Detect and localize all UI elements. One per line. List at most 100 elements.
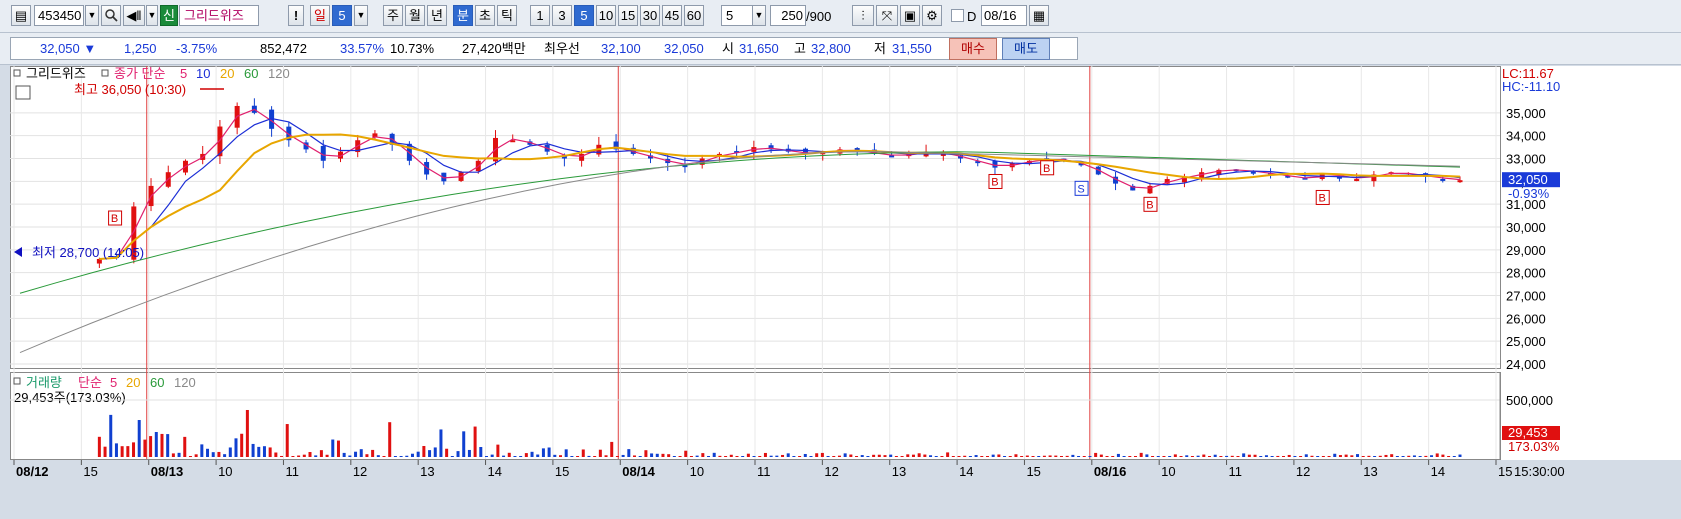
search-icon[interactable] — [101, 5, 121, 26]
best-ask: 32,100 — [601, 41, 641, 56]
volume-bar — [262, 446, 266, 457]
volume-ma-period-label: 20 — [126, 375, 140, 390]
change-percent: -3.75% — [176, 41, 218, 56]
x-tick-label: 12 — [824, 464, 838, 479]
volume-current-pct: 173.03% — [1508, 439, 1560, 454]
stock-chart[interactable]: 35,00034,00033,00032,00031,00030,00029,0… — [10, 66, 1681, 516]
volume-bar — [985, 456, 989, 457]
stock-code-input[interactable] — [34, 5, 84, 26]
interval-button-10[interactable]: 10 — [596, 5, 616, 26]
volume-bar — [980, 456, 984, 457]
candle-tool-icon[interactable]: ⫶ — [852, 5, 874, 26]
layout-icon[interactable]: ▤ — [11, 5, 31, 26]
alert-button[interactable]: ! — [288, 5, 304, 26]
x-tick-label: 15 — [1026, 464, 1040, 479]
volume-bar — [1219, 456, 1223, 457]
stock-name-field[interactable]: 그리드위즈 — [179, 5, 259, 26]
volume-y-tick: 500,000 — [1506, 393, 1553, 408]
volume-bar — [166, 434, 170, 457]
y-tick-label: 34,000 — [1506, 129, 1546, 144]
volume-bar — [598, 449, 602, 457]
volume-bar — [1133, 456, 1137, 457]
volume-bar — [1424, 455, 1428, 457]
volume-bar — [940, 456, 944, 457]
code-dropdown-icon[interactable]: ▼ — [85, 5, 99, 26]
sell-button[interactable]: 매도 — [1002, 38, 1050, 60]
volume-bar — [991, 454, 995, 457]
volume-bar — [1282, 456, 1286, 457]
signal-marker-label: B — [1043, 163, 1050, 175]
x-tick-label: 13 — [420, 464, 434, 479]
volume-bar — [530, 451, 534, 457]
signal-marker-label: B — [111, 213, 118, 225]
volume-bar — [393, 456, 397, 457]
volume-bar — [1458, 454, 1462, 457]
volume-bar — [1031, 456, 1035, 457]
interval-button-1[interactable]: 1 — [530, 5, 550, 26]
volume-bar — [1390, 454, 1394, 457]
cross-tool-icon[interactable]: ⤧ — [876, 5, 898, 26]
x-tick-label: 12 — [1296, 464, 1310, 479]
date-field[interactable]: 08/16 — [981, 5, 1027, 26]
period-day-button[interactable]: 일 — [310, 5, 330, 26]
volume-bar — [450, 456, 454, 457]
volume-bar — [701, 453, 705, 457]
volume-bar — [1139, 452, 1143, 457]
interval-button-60[interactable]: 60 — [684, 5, 704, 26]
volume-bar — [689, 456, 693, 457]
volume-bar — [729, 454, 733, 457]
candle — [1250, 171, 1256, 174]
volume-bar — [1008, 456, 1012, 457]
interval-button-30[interactable]: 30 — [640, 5, 660, 26]
volume-ma-label: 단순 — [78, 375, 102, 390]
bars-shown-field[interactable]: 250 — [770, 5, 806, 26]
volume-bar — [877, 454, 881, 457]
date-checkbox[interactable] — [951, 9, 964, 22]
volume-bar — [132, 442, 136, 457]
period-second-button[interactable]: 초 — [475, 5, 495, 26]
candle — [1457, 180, 1463, 183]
volume-bar — [1356, 454, 1360, 457]
volume-bar — [399, 456, 403, 457]
volume-bar — [946, 452, 950, 457]
volume-bar — [633, 455, 637, 457]
interval-button-15[interactable]: 15 — [618, 5, 638, 26]
buy-button[interactable]: 매수 — [949, 38, 997, 60]
calendar-icon[interactable]: ▦ — [1029, 5, 1049, 26]
ma-period-label: 20 — [220, 66, 234, 81]
chart-area[interactable]: 35,00034,00033,00032,00031,00030,00029,0… — [10, 66, 1681, 516]
volume-bar — [655, 453, 659, 457]
x-tick-label: 14 — [488, 464, 502, 479]
gear-icon[interactable]: ⚙ — [922, 5, 942, 26]
interval-button-5[interactable]: 5 — [574, 5, 594, 26]
ma-period-label: 120 — [268, 66, 290, 81]
volume-bar — [712, 452, 716, 457]
signal-marker-label: B — [1146, 199, 1153, 211]
x-tick-label: 12 — [353, 464, 367, 479]
speaker-icon[interactable]: ◀‖ — [123, 5, 145, 26]
count-dropdown-icon[interactable]: ▼ — [752, 5, 766, 26]
volume-bar — [1418, 456, 1422, 457]
save-icon[interactable]: ▣ — [900, 5, 920, 26]
day-value[interactable]: 5 — [332, 5, 352, 26]
grid-icon[interactable] — [15, 85, 31, 100]
volume-bar — [1327, 456, 1331, 457]
interval-button-45[interactable]: 45 — [662, 5, 682, 26]
volume-bar — [188, 456, 192, 457]
period-minute-button[interactable]: 분 — [453, 5, 473, 26]
volume-bar — [422, 445, 426, 457]
interval-button-3[interactable]: 3 — [552, 5, 572, 26]
y-tick-label: 33,000 — [1506, 152, 1546, 167]
x-tick-label: 15 — [1498, 464, 1512, 479]
period-week-button[interactable]: 주 — [383, 5, 403, 26]
volume-bar — [1435, 453, 1439, 457]
period-month-button[interactable]: 월 — [405, 5, 425, 26]
volume-bar — [342, 452, 346, 457]
volume-bar — [803, 453, 807, 457]
x-tick-label: 08/14 — [622, 464, 655, 479]
day-dropdown-icon[interactable]: ▼ — [354, 5, 368, 26]
chart-toolbar: ▤ ▼ ◀‖ ▼ 신 그리드위즈 ! 일 5 ▼ 주 월 년 분 초 틱 135… — [0, 0, 1681, 33]
period-year-button[interactable]: 년 — [427, 5, 447, 26]
speaker-dropdown-icon[interactable]: ▼ — [146, 5, 158, 26]
period-tick-button[interactable]: 틱 — [497, 5, 517, 26]
